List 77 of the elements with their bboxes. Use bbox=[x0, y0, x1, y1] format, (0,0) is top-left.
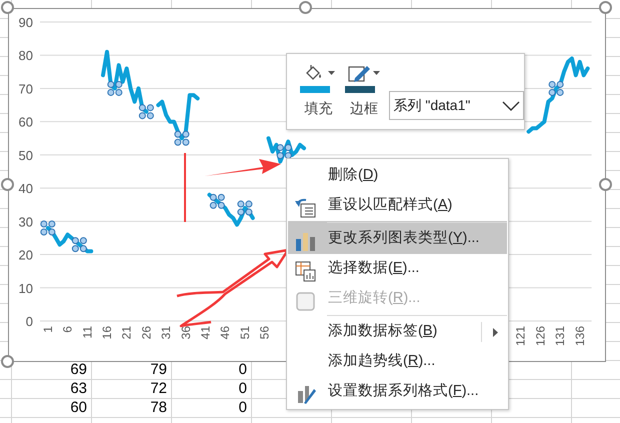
axis-label: 6 bbox=[60, 326, 75, 333]
axis-label: 51 bbox=[238, 326, 252, 340]
point bbox=[245, 208, 252, 216]
menu-item[interactable]: 删除(D) bbox=[288, 161, 507, 191]
table-cell-text: 0 bbox=[238, 360, 248, 379]
axis-label: 26 bbox=[139, 326, 154, 340]
point bbox=[556, 80, 564, 88]
axis-label: 136 bbox=[572, 326, 587, 346]
resize-handle[interactable] bbox=[1, 355, 14, 368]
fill-button[interactable]: 填充 bbox=[299, 64, 338, 119]
point bbox=[72, 237, 79, 244]
reset-icon bbox=[294, 197, 317, 220]
resize-handle[interactable] bbox=[599, 178, 612, 191]
table-cell-text: 79 bbox=[149, 360, 168, 379]
point-handle[interactable] bbox=[72, 237, 87, 252]
menu-item[interactable]: 添加数据标签(B) bbox=[288, 314, 507, 347]
resize-handle[interactable] bbox=[1, 178, 14, 191]
axis-label: 10 bbox=[18, 280, 33, 296]
table-cell-text: 0 bbox=[238, 379, 248, 398]
axis-label: 80 bbox=[18, 48, 33, 64]
point bbox=[107, 80, 114, 88]
point bbox=[218, 202, 225, 209]
axis-label: 41 bbox=[198, 326, 212, 340]
table-cell-text: 78 bbox=[149, 398, 168, 417]
submenu-arrow-icon bbox=[493, 328, 498, 337]
caret-icon bbox=[373, 71, 380, 75]
resize-handle[interactable] bbox=[299, 1, 312, 14]
point bbox=[138, 104, 146, 112]
caret-icon bbox=[328, 71, 336, 75]
menu-item[interactable]: 更改系列图表类型(Y)... bbox=[288, 221, 507, 254]
resize-handle[interactable] bbox=[599, 1, 612, 14]
resize-handle[interactable] bbox=[1, 1, 14, 14]
menu-item[interactable]: 选择数据(E)... bbox=[288, 254, 507, 284]
pencil-icon bbox=[347, 64, 372, 83]
table-cell-text: 72 bbox=[149, 379, 168, 398]
axis-label: 31 bbox=[159, 326, 174, 340]
table-cell-text: 0 bbox=[238, 398, 248, 417]
bar-chart-icon bbox=[294, 230, 317, 253]
point-handle[interactable] bbox=[174, 130, 190, 146]
point-handle[interactable] bbox=[107, 80, 122, 96]
point-handle[interactable] bbox=[237, 200, 252, 216]
axis-label: 50 bbox=[18, 148, 33, 163]
axis-label: 126 bbox=[533, 326, 548, 346]
point-handle[interactable] bbox=[40, 220, 56, 236]
axis-label: 36 bbox=[178, 326, 193, 340]
table-cell-text: 60 bbox=[69, 398, 88, 417]
point bbox=[48, 228, 56, 236]
table-cell-text: 63 bbox=[69, 379, 88, 398]
point bbox=[80, 245, 87, 252]
series-dropdown[interactable]: 系列 "data1" bbox=[389, 91, 524, 120]
axis-label: 16 bbox=[100, 326, 114, 340]
point-handle[interactable] bbox=[276, 144, 292, 160]
axis-label: 131 bbox=[553, 326, 568, 346]
menu-item[interactable]: 重设以匹配样式(A) bbox=[288, 191, 507, 221]
axis-label: 1 bbox=[40, 326, 55, 333]
point-handle[interactable] bbox=[210, 194, 225, 209]
point bbox=[210, 194, 217, 201]
point-handle[interactable] bbox=[138, 104, 154, 120]
axis-label: 121 bbox=[514, 326, 528, 346]
axis-label: 60 bbox=[18, 114, 33, 130]
menu-item[interactable]: 添加趋势线(R)... bbox=[288, 347, 507, 377]
point-handle[interactable] bbox=[548, 80, 564, 96]
axis-label: 70 bbox=[18, 81, 33, 96]
axis-label: 11 bbox=[80, 326, 94, 338]
outline-button[interactable]: 边框 bbox=[344, 64, 384, 119]
table-cell-text: 69 bbox=[69, 360, 88, 379]
axis-label: 20 bbox=[18, 248, 33, 263]
axis-label: 40 bbox=[18, 181, 33, 196]
table-icon bbox=[294, 260, 317, 283]
axis-label: 90 bbox=[18, 15, 33, 30]
axis-label: 46 bbox=[218, 326, 232, 340]
axis-label: 0 bbox=[26, 314, 33, 329]
chevron-down-icon bbox=[502, 100, 520, 110]
axis-label: 56 bbox=[258, 326, 272, 340]
axis-label: 30 bbox=[18, 214, 33, 230]
menu-item[interactable]: 设置数据系列格式(F)... bbox=[288, 377, 507, 407]
axis-label: 21 bbox=[120, 326, 134, 340]
